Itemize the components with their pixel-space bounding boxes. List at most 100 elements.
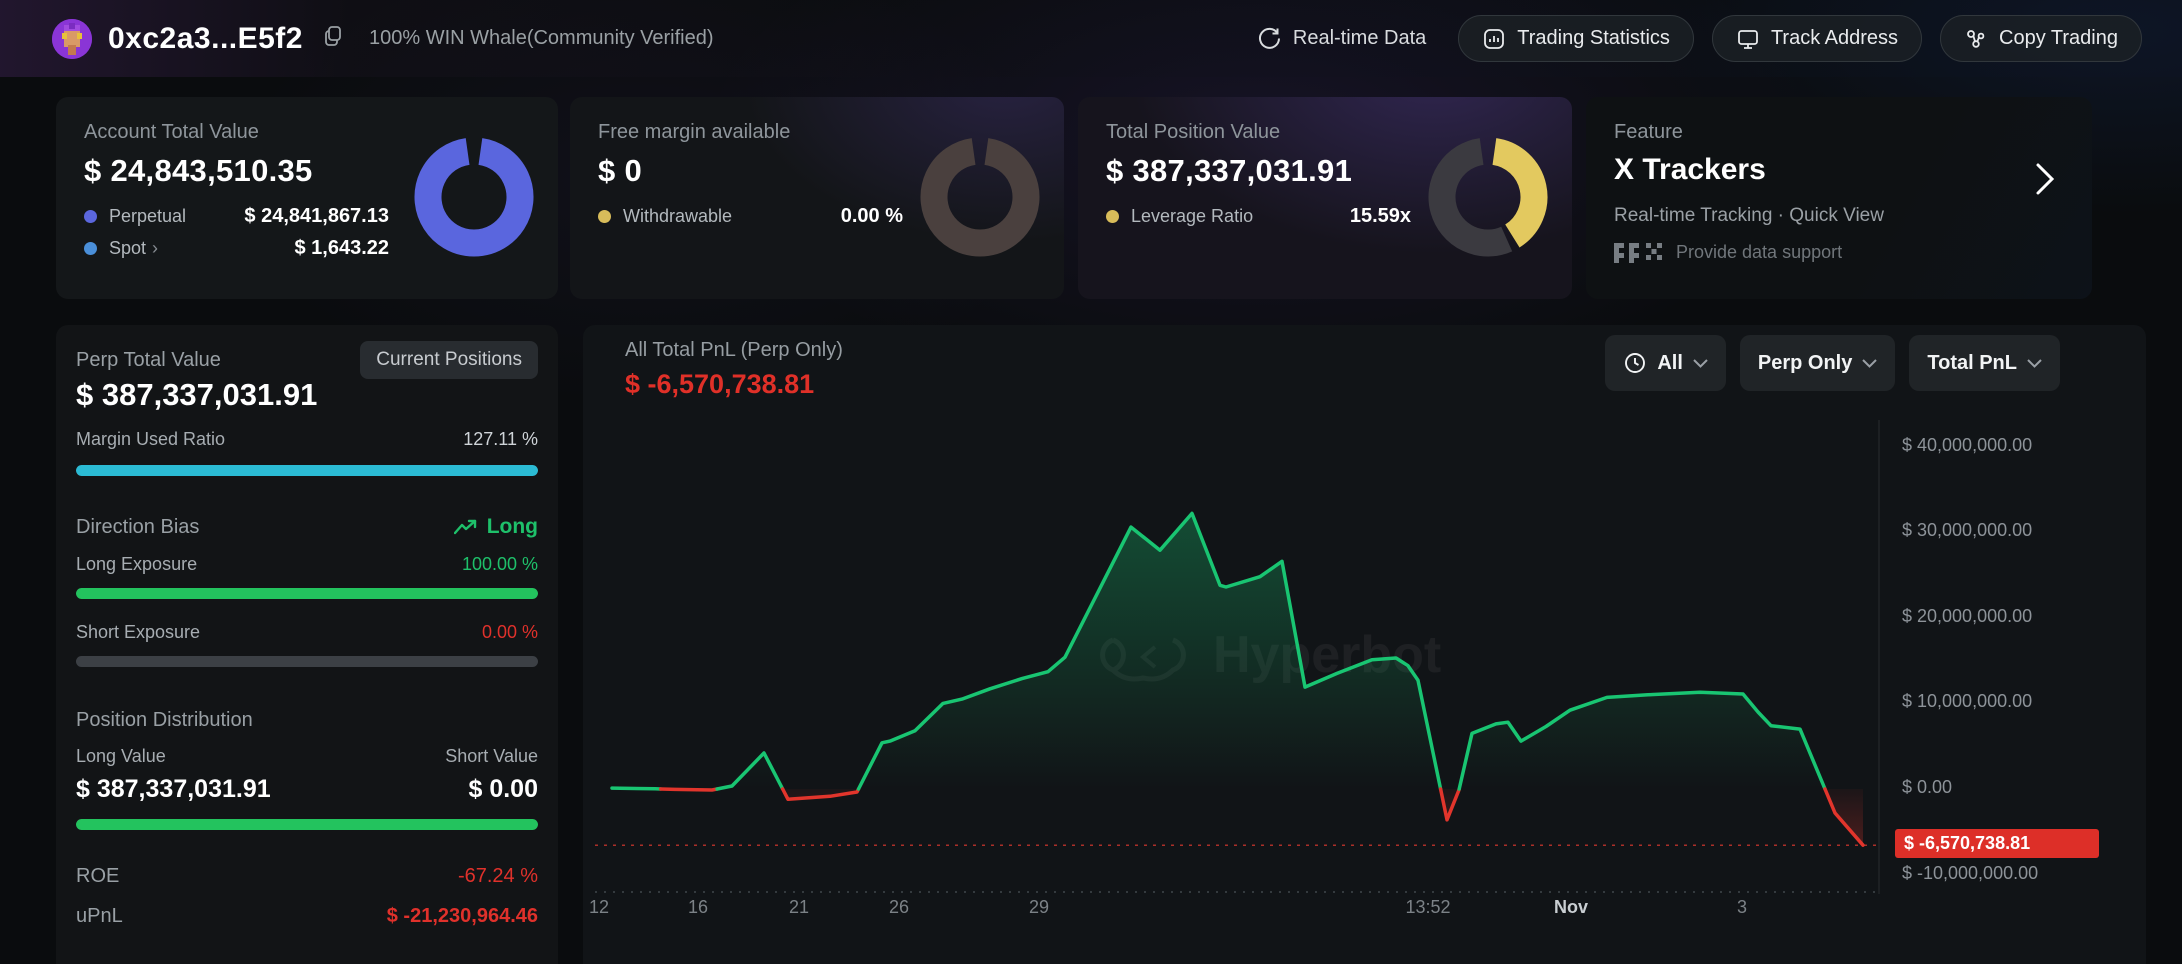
withdrawable-dot [598,210,611,223]
pnl-chart-value: $ -6,570,738.81 [625,369,814,400]
margin-used-bar [76,465,538,476]
current-positions-button[interactable]: Current Positions [360,341,538,379]
withdrawable-label: Withdrawable [623,206,732,227]
partner-logo-icon [1614,241,1664,263]
perpetual-label: Perpetual [109,206,186,227]
pnl-plot-area[interactable] [595,420,1880,900]
y-tick-label: $ -10,000,000.00 [1902,863,2038,884]
metric-dropdown[interactable]: Total PnL [1909,335,2060,391]
long-exposure-value: 100.00 % [462,554,538,575]
long-exposure-bar [76,588,538,599]
perp-summary-panel: Perp Total Value Current Positions $ 387… [56,325,558,964]
pnl-line-negative [661,789,717,790]
time-range-dropdown[interactable]: All [1605,335,1726,391]
copy-trading-label: Copy Trading [1999,27,2118,50]
x-tick-label: 3 [1737,897,1747,918]
avatar-pixel-art [52,19,92,59]
spot-value: $ 1,643.22 [294,237,389,260]
feature-card[interactable]: Feature X Trackers Real-time Tracking · … [1586,97,2092,299]
chevron-right-icon: › [152,238,158,259]
short-value-label: Short Value [445,746,538,767]
copy-trading-button[interactable]: Copy Trading [1940,15,2142,62]
metric-label: Total PnL [1927,352,2017,375]
copy-address-icon[interactable] [321,24,345,53]
leverage-value: 15.59x [1350,205,1411,228]
withdrawable-value: 0.00 % [841,205,903,228]
perpetual-dot [84,210,97,223]
account-identity: 0xc2a3...E5f2 100% WIN Whale(Community V… [52,19,714,59]
trend-up-icon [454,519,478,535]
y-tick-label: $ 20,000,000.00 [1902,606,2032,627]
pnl-line-positive [612,788,661,789]
whale-dashboard: 0xc2a3...E5f2 100% WIN Whale(Community V… [0,0,2182,964]
roe-value: -67.24 % [458,865,538,888]
distribution-values-row: $ 387,337,031.91 $ 0.00 [76,775,538,804]
free-margin-card: Free margin available $ 0 Withdrawable 0… [570,97,1064,299]
total-position-value-card: Total Position Value $ 387,337,031.91 Le… [1078,97,1572,299]
trading-statistics-label: Trading Statistics [1517,27,1670,50]
feature-support-row: Provide data support [1614,241,2064,263]
margin-used-row: Margin Used Ratio 127.11 % [76,429,538,450]
chevron-down-icon [1862,359,1877,368]
card-legend: Withdrawable 0.00 % [598,205,903,228]
realtime-label: Real-time Data [1293,27,1426,50]
roe-label: ROE [76,865,119,888]
y-tick-label: $ 0.00 [1902,777,1952,798]
x-tick-label: 26 [889,897,909,918]
feature-name: X Trackers [1614,153,2064,187]
position-distribution-header: Position Distribution [76,709,538,732]
leverage-donut-chart [1426,135,1550,259]
chevron-down-icon [1693,359,1708,368]
leverage-dot [1106,210,1119,223]
chart-filters: All Perp Only Total PnL [1605,335,2060,391]
market-type-dropdown[interactable]: Perp Only [1740,335,1895,391]
x-tick-label: 21 [789,897,809,918]
long-exposure-bar-fill [76,588,538,599]
leverage-label: Leverage Ratio [1131,206,1253,227]
margin-donut-chart [918,135,1042,259]
upnl-row: uPnL $ -21,230,964.46 [76,905,538,928]
short-exposure-bar [76,656,538,667]
x-tick-label: 29 [1029,897,1049,918]
account-donut-chart [412,135,536,259]
pnl-chart-title: All Total PnL (Perp Only) [625,339,843,362]
realtime-indicator: Real-time Data [1256,25,1426,52]
header-actions: Real-time Data Trading Statistics Track … [1256,15,2142,62]
legend-row-withdrawable: Withdrawable 0.00 % [598,205,903,228]
y-tick-label: $ 40,000,000.00 [1902,435,2032,456]
chevron-right-icon[interactable] [2032,159,2058,204]
time-range-label: All [1657,352,1683,375]
bar-chart-icon [1482,27,1506,51]
upnl-value: $ -21,230,964.46 [387,905,538,928]
pnl-chart-card: All Total PnL (Perp Only) $ -6,570,738.8… [583,325,2146,964]
direction-bias-label: Direction Bias [76,516,199,539]
x-tick-label: 16 [688,897,708,918]
perp-total-value: $ 387,337,031.91 [76,377,317,413]
account-total-value-card: Account Total Value $ 24,843,510.35 Perp… [56,97,558,299]
y-tick-label: $ 30,000,000.00 [1902,520,2032,541]
feature-support-label: Provide data support [1676,242,1842,263]
current-value-badge: $ -6,570,738.81 [1895,829,2099,858]
y-tick-label: $ 10,000,000.00 [1902,691,2032,712]
margin-used-bar-fill [76,465,538,476]
x-tick-label: 13:52 [1405,897,1450,918]
long-value-label: Long Value [76,746,166,767]
clock-icon [1623,351,1647,375]
legend-row-spot[interactable]: Spot› $ 1,643.22 [84,237,389,260]
top-header: 0xc2a3...E5f2 100% WIN Whale(Community V… [0,0,2182,77]
wallet-address: 0xc2a3...E5f2 [108,22,303,56]
long-value: $ 387,337,031.91 [76,775,271,804]
perp-total-title: Perp Total Value [76,349,221,372]
distribution-bar-fill [76,819,538,830]
market-type-label: Perp Only [1758,352,1852,375]
distribution-labels-row: Long Value Short Value [76,746,538,767]
margin-used-label: Margin Used Ratio [76,429,225,450]
perp-header-row: Perp Total Value Current Positions [76,341,538,379]
copy-trading-icon [1964,27,1988,51]
x-tick-label: 12 [589,897,609,918]
trading-statistics-button[interactable]: Trading Statistics [1458,15,1694,62]
track-address-button[interactable]: Track Address [1712,15,1922,62]
short-value: $ 0.00 [468,775,538,804]
long-exposure-label: Long Exposure [76,554,197,575]
monitor-icon [1736,27,1760,51]
